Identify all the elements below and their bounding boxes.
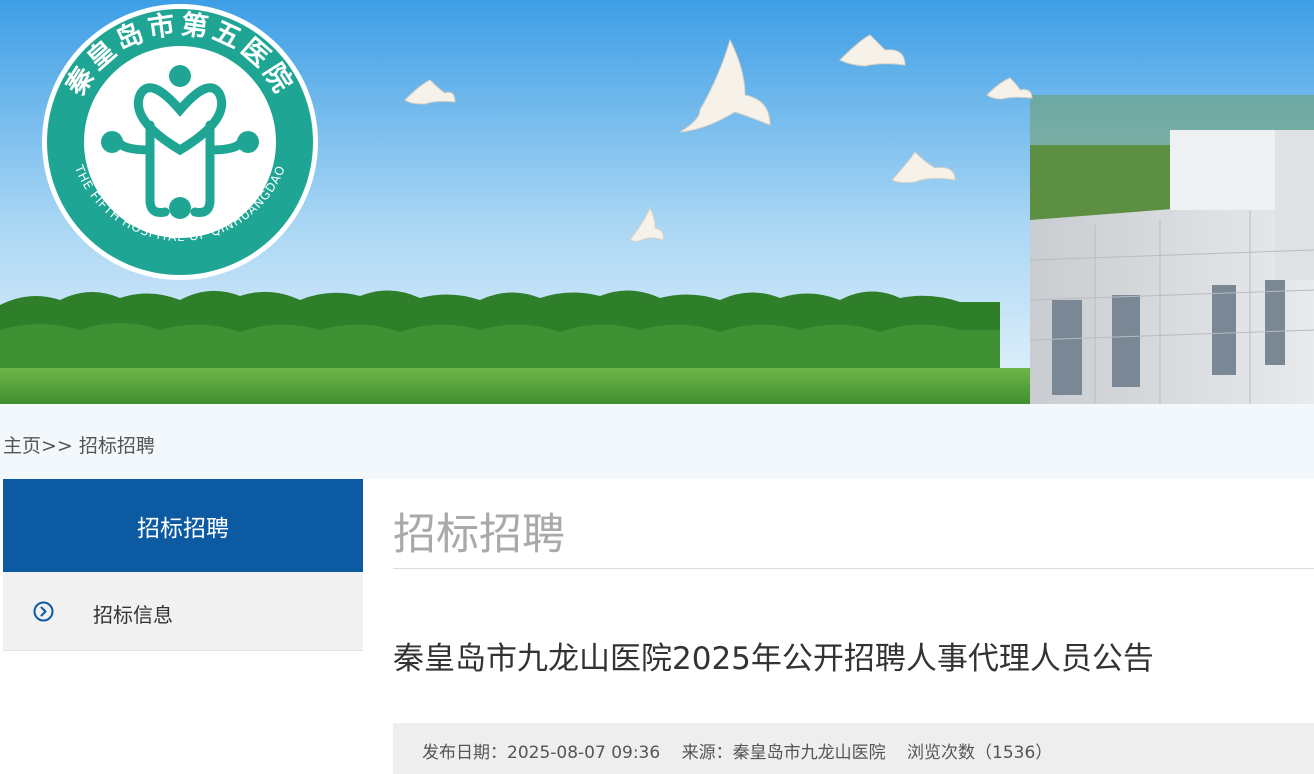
sidebar-item-bidding-info[interactable]: 招标信息: [3, 572, 363, 651]
breadcrumb: 主页>> 招标招聘: [3, 431, 155, 458]
header-banner: 秦皇岛市第五医院 THE FIFTH HOSPITAL OF QINHUANGD…: [0, 0, 1314, 404]
breadcrumb-current-link[interactable]: 招标招聘: [79, 435, 155, 457]
sidebar-header: 招标招聘: [3, 479, 363, 572]
sidebar-item-label: 招标信息: [93, 603, 173, 627]
section-title: 招标招聘: [393, 510, 565, 560]
publish-date-value: 2025-08-07 09:36: [507, 743, 661, 763]
view-count: 浏览次数（1536）: [907, 743, 1060, 763]
article-meta-bar: 发布日期：2025-08-07 09:36 来源：秦皇岛市九龙山医院 浏览次数（…: [393, 723, 1314, 774]
breadcrumb-separator: >>: [41, 435, 73, 457]
article-source: 来源：秦皇岛市九龙山医院: [682, 743, 894, 763]
breadcrumb-bar: 主页>> 招标招聘: [0, 404, 1314, 479]
section-divider: [393, 568, 1314, 569]
hospital-logo: 秦皇岛市第五医院 THE FIFTH HOSPITAL OF QINHUANGD…: [42, 4, 318, 280]
circle-chevron-right-icon: [33, 601, 54, 622]
publish-date: 发布日期：2025-08-07 09:36: [422, 743, 668, 763]
source-label: 来源：: [681, 743, 733, 763]
publish-date-label: 发布日期：: [422, 743, 507, 763]
source-value: 秦皇岛市九龙山医院: [732, 743, 886, 763]
views-label: 浏览次数: [907, 743, 976, 763]
banner-image: 秦皇岛市第五医院 THE FIFTH HOSPITAL OF QINHUANGD…: [0, 0, 1314, 404]
sidebar-title: 招标招聘: [137, 515, 229, 542]
article-title: 秦皇岛市九龙山医院2025年公开招聘人事代理人员公告: [393, 641, 1154, 677]
breadcrumb-home-link[interactable]: 主页: [3, 435, 41, 457]
views-value: （1536）: [975, 743, 1053, 763]
